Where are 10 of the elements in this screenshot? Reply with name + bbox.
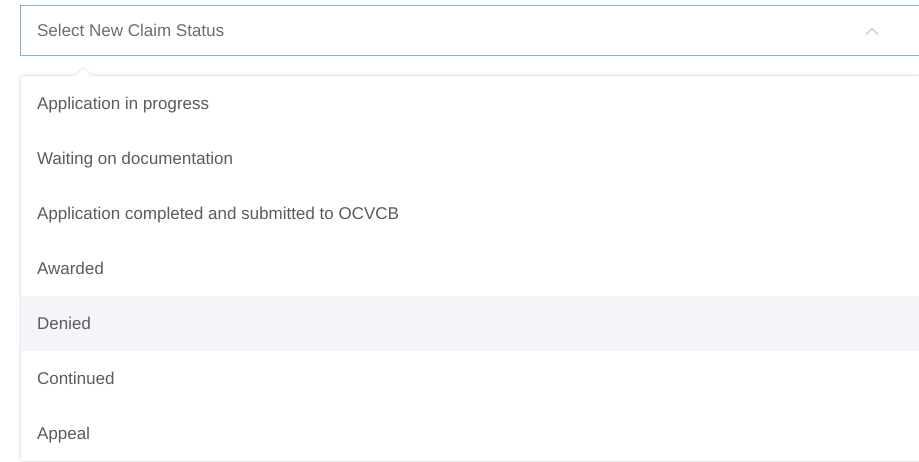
dropdown-option[interactable]: Application completed and submitted to OCVCB <box>21 186 919 241</box>
status-select[interactable]: Select New Claim Status <box>20 5 919 56</box>
caret-icon[interactable] <box>865 26 879 34</box>
select-placeholder: Select New Claim Status <box>37 20 224 40</box>
dropdown-option[interactable]: Waiting on documentation <box>21 131 919 186</box>
dropdown-option[interactable]: Denied <box>21 296 919 351</box>
dropdown-option[interactable]: Continued <box>21 351 919 406</box>
dropdown-option[interactable]: Appeal <box>21 406 919 461</box>
dropdown-option[interactable]: Awarded <box>21 241 919 296</box>
dropdown-option[interactable]: Application in progress <box>21 76 919 131</box>
